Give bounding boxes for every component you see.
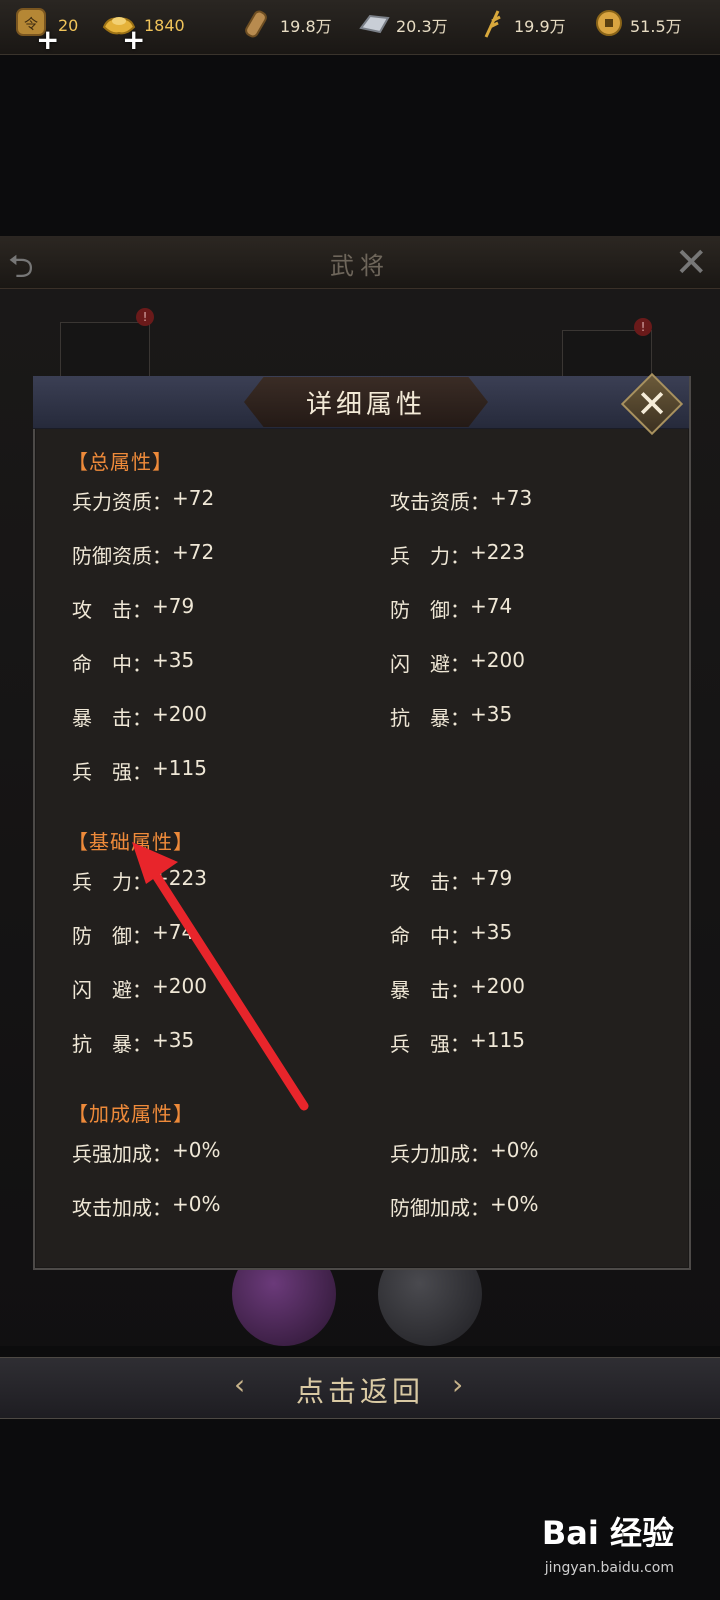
chevron-right-icon: › [452,1368,464,1401]
attribute-row: 防御加成： +0% [390,1192,539,1220]
gold-value: 1840 [144,15,185,35]
attribute-row: 兵力加成： +0% [390,1138,539,1166]
equipment-slot-left [60,322,150,384]
attribute-row: 抗 暴： +35 [390,702,513,730]
resource-gold[interactable]: + 1840 [100,0,185,54]
resource-tokens[interactable]: 令 + 20 [14,0,79,54]
attribute-row: 抗 暴： +35 [72,1028,195,1056]
wood-icon [244,7,274,43]
attribute-row: 暴 击： +200 [390,974,525,1002]
coins-value: 51.5万 [630,17,682,36]
grain-value: 19.9万 [514,17,566,36]
tokens-value: 20 [58,15,79,35]
attribute-row: 防 御： +74 [390,594,513,622]
section-title-total: 【总属性】 [68,450,173,474]
background-close-icon[interactable]: ✕ [674,240,708,286]
resource-grain: 19.9万 [480,0,566,50]
resource-coins: 51.5万 [594,0,682,50]
watermark-brand: Bai 经验 [541,1514,674,1552]
attribute-row: 防御资质： +72 [72,540,215,568]
background-title: 武将 [330,252,390,280]
section-title-base: 【基础属性】 [68,830,194,854]
attribute-row: 闪 避： +200 [390,648,525,676]
close-icon: ✕ [636,382,668,426]
add-gold-icon[interactable]: + [122,26,145,54]
attribute-row: 闪 避： +200 [72,974,207,1002]
attribute-row: 防 御： +74 [72,920,195,948]
resource-iron: 20.3万 [358,0,448,50]
attribute-row: 暴 击： +200 [72,702,207,730]
alert-badge-left: ! [136,308,154,326]
attribute-row: 命 中： +35 [390,920,513,948]
coin-icon [594,8,624,42]
add-tokens-icon[interactable]: + [36,26,59,54]
attribute-row: 兵强加成： +0% [72,1138,221,1166]
return-button[interactable]: 点击返回 [0,1370,720,1410]
attribute-row: 兵 强： +115 [390,1028,525,1056]
iron-value: 20.3万 [396,17,448,36]
resource-bar: 令 + 20 + 1840 19.8万 20.3万 19.9万 51.5万 [0,0,720,55]
resource-wood: 19.8万 [244,0,332,50]
iron-icon [358,8,390,42]
wood-value: 19.8万 [280,17,332,36]
attribute-row: 兵 强： +115 [72,756,207,784]
dialog-title: 详细属性 [305,390,426,420]
attribute-row: 攻击加成： +0% [72,1192,221,1220]
alert-badge-right: ! [634,318,652,336]
attribute-row: 攻 击： +79 [390,866,513,894]
attribute-row: 命 中： +35 [72,648,195,676]
grain-icon [480,7,508,43]
attribute-row: 兵 力： +223 [390,540,525,568]
attribute-row: 攻击资质： +73 [390,486,533,514]
attribute-row: 攻 击： +79 [72,594,195,622]
watermark-url: jingyan.baidu.com [544,1560,674,1576]
attribute-row: 兵力资质： +72 [72,486,215,514]
attribute-row: 兵 力： +223 [72,866,207,894]
close-button[interactable]: ✕ [620,372,684,436]
section-title-bonus: 【加成属性】 [68,1102,194,1126]
